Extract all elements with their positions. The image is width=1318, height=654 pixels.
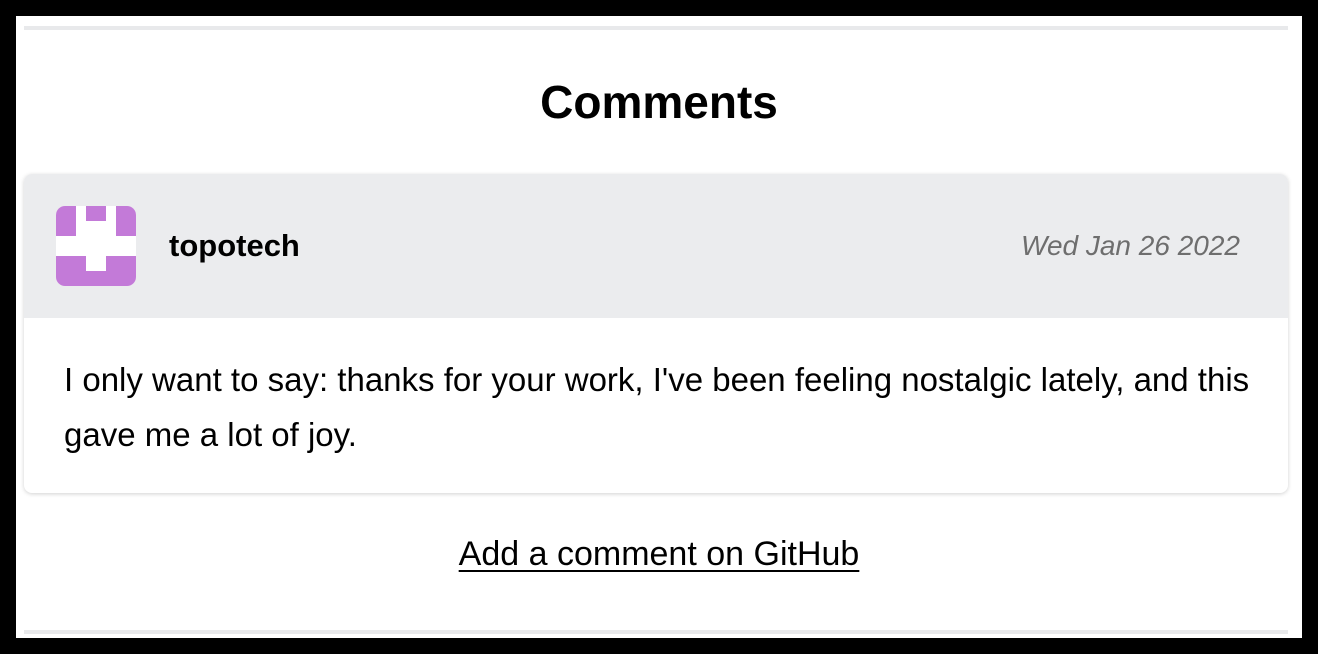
- comment-author[interactable]: topotech: [169, 226, 300, 266]
- bottom-divider: [24, 630, 1288, 634]
- comment-header: topotech Wed Jan 26 2022: [24, 174, 1288, 318]
- comments-panel: Comments topotech Wed Jan 26 2022 I only…: [16, 16, 1302, 638]
- comment-date: Wed Jan 26 2022: [1021, 230, 1240, 261]
- comment-body: I only want to say: thanks for your work…: [64, 361, 1250, 453]
- identicon-avatar-icon[interactable]: [56, 206, 136, 286]
- comments-heading: Comments: [540, 76, 778, 128]
- avatar-graphic: [56, 206, 136, 286]
- add-comment-link[interactable]: Add a comment on GitHub: [459, 535, 860, 573]
- comment-card: topotech Wed Jan 26 2022 I only want to …: [24, 174, 1288, 493]
- top-divider: [24, 26, 1288, 30]
- add-comment-container: Add a comment on GitHub: [16, 532, 1302, 583]
